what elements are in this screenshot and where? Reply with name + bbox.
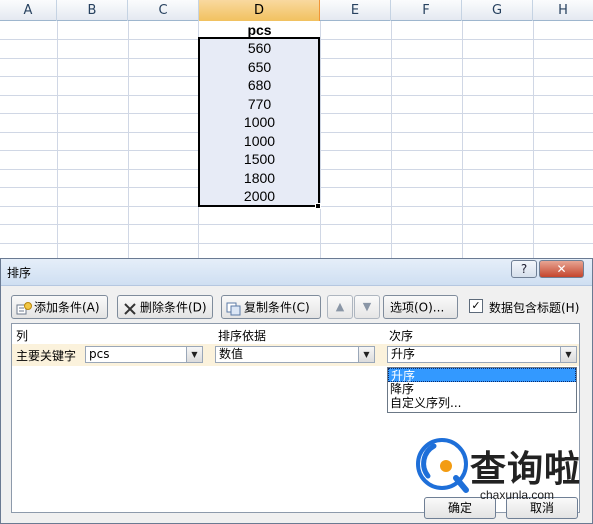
- dialog-title: 排序: [7, 266, 32, 280]
- grid-line: [0, 224, 593, 225]
- chevron-down-icon[interactable]: ▼: [560, 347, 576, 362]
- fill-handle[interactable]: [315, 203, 321, 209]
- spreadsheet: A B C D E F G H pcs 560 650 680 770 1000…: [0, 0, 593, 262]
- add-level-icon: [16, 301, 32, 315]
- arrow-up-icon: ▲: [335, 300, 345, 313]
- copy-level-label: 复制条件(C): [244, 300, 310, 315]
- order-option-custom-list[interactable]: 自定义序列...: [388, 396, 576, 410]
- selection-border: [198, 37, 320, 207]
- sort-on-select[interactable]: 数值 ▼: [215, 346, 375, 363]
- header-checkbox[interactable]: ✓: [469, 299, 483, 313]
- primary-key-label: 主要关键字: [16, 349, 77, 363]
- order-heading: 次序: [389, 329, 414, 343]
- column-header-g[interactable]: G: [462, 0, 533, 21]
- close-button[interactable]: ✕: [539, 260, 584, 278]
- arrow-down-icon: ▼: [362, 300, 372, 313]
- column-header-c[interactable]: C: [128, 0, 199, 21]
- list-header: 列 排序依据 次序: [12, 324, 579, 344]
- order-dropdown-list: 升序 降序 自定义序列...: [387, 367, 577, 413]
- column-header-d[interactable]: D: [199, 0, 320, 21]
- watermark-text: 查询啦: [470, 449, 582, 490]
- grid-line: [0, 243, 593, 244]
- column-heading: 列: [16, 329, 29, 343]
- magnifier-logo-icon: [416, 438, 469, 493]
- sort-on-heading: 排序依据: [218, 329, 267, 343]
- watermark-url: chaxunla.com: [480, 488, 555, 502]
- copy-icon: [226, 301, 242, 315]
- column-header-h[interactable]: H: [533, 0, 593, 21]
- delete-level-label: 删除条件(D): [140, 300, 207, 315]
- copy-level-button[interactable]: 复制条件(C): [221, 295, 321, 319]
- options-button[interactable]: 选项(O)...: [383, 295, 458, 319]
- column-header-f[interactable]: F: [391, 0, 462, 21]
- sort-level-row[interactable]: 主要关键字 pcs ▼ 数值 ▼ 升序 ▼: [12, 344, 579, 366]
- options-label: 选项(O)...: [390, 300, 445, 315]
- order-select-value: 升序: [391, 347, 416, 361]
- column-header-b[interactable]: B: [57, 0, 128, 21]
- order-option-ascending[interactable]: 升序: [388, 368, 576, 383]
- sort-on-select-value: 数值: [219, 347, 244, 361]
- chevron-down-icon[interactable]: ▼: [358, 347, 374, 362]
- column-header-a[interactable]: A: [0, 0, 57, 21]
- delete-x-icon: [122, 301, 138, 315]
- delete-level-button[interactable]: 删除条件(D): [117, 295, 213, 319]
- add-level-button[interactable]: 添加条件(A): [11, 295, 108, 319]
- chevron-down-icon[interactable]: ▼: [186, 347, 202, 362]
- order-select[interactable]: 升序 ▼: [387, 346, 577, 363]
- site-watermark: 查询啦 chaxunla.com: [414, 436, 586, 516]
- order-option-descending[interactable]: 降序: [388, 382, 576, 396]
- add-level-label: 添加条件(A): [34, 300, 100, 315]
- help-button[interactable]: ?: [511, 260, 537, 278]
- move-down-button[interactable]: ▼: [354, 295, 380, 319]
- column-select-value: pcs: [89, 347, 110, 361]
- move-up-button[interactable]: ▲: [327, 295, 353, 319]
- column-select[interactable]: pcs ▼: [85, 346, 203, 363]
- column-header-e[interactable]: E: [320, 0, 391, 21]
- column-header-bar: A B C D E F G H: [0, 0, 593, 21]
- header-checkbox-label[interactable]: 数据包含标题(H): [489, 299, 579, 316]
- dialog-titlebar[interactable]: 排序 ? ✕: [1, 259, 592, 286]
